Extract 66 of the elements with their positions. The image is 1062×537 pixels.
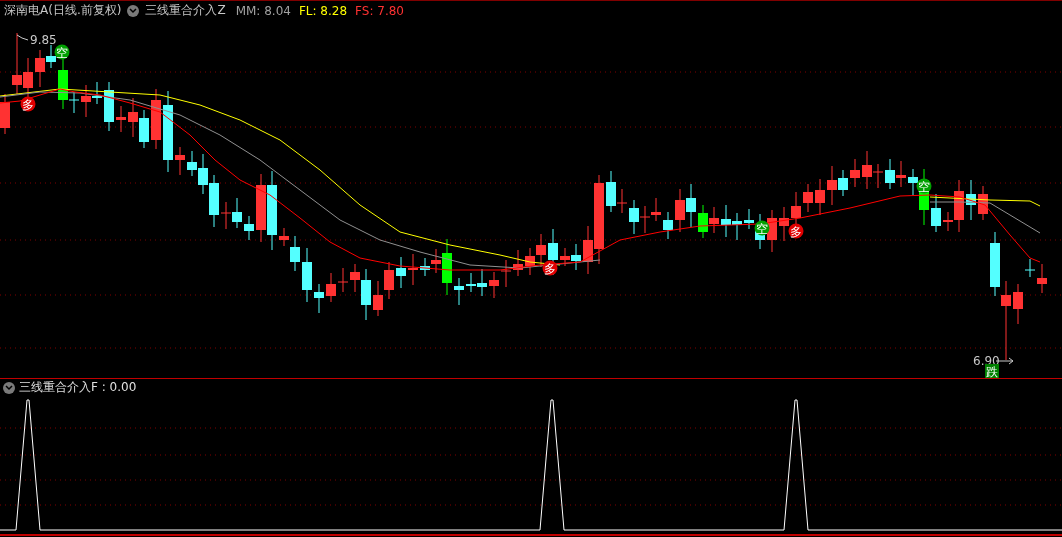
candlestick	[116, 105, 126, 133]
candlestick	[629, 199, 639, 235]
candlestick	[721, 204, 731, 238]
candlestick	[151, 88, 161, 150]
candlestick	[489, 271, 499, 299]
candlestick	[560, 247, 570, 267]
candlestick	[896, 160, 906, 188]
candlestick	[128, 97, 138, 138]
legend-value: MM: 8.04	[235, 3, 291, 18]
candlestick	[525, 247, 535, 276]
candlestick	[803, 183, 813, 213]
candlestick	[454, 277, 464, 306]
candlestick	[420, 257, 430, 277]
candlestick	[571, 243, 581, 271]
dropdown-icon[interactable]	[127, 4, 140, 17]
signal-badge: 空	[54, 44, 70, 60]
candlestick	[536, 233, 546, 268]
candlestick	[698, 204, 708, 239]
candlestick	[92, 81, 102, 105]
candlestick	[256, 173, 266, 243]
candlestick	[314, 283, 324, 314]
candlestick	[850, 158, 860, 188]
candlestick	[373, 280, 383, 317]
candlestick	[732, 212, 742, 241]
candlestick	[326, 272, 336, 303]
candlestick	[337, 267, 349, 293]
candlestick	[408, 253, 418, 286]
candlestick	[815, 178, 825, 216]
candlestick	[104, 81, 114, 132]
candlestick	[978, 185, 988, 221]
indicator-name: 三线重合介入Z	[145, 2, 226, 19]
candlestick	[396, 256, 406, 289]
candlestick	[244, 215, 254, 241]
candlestick	[639, 205, 651, 234]
signal-badge: 空	[754, 220, 770, 236]
candlestick	[675, 188, 685, 233]
candlestick	[500, 259, 512, 288]
signal-badge: 多	[788, 223, 804, 239]
candlestick	[791, 191, 801, 225]
signal-badge: 空	[916, 178, 932, 194]
candlestick	[686, 183, 696, 228]
candlestick	[477, 268, 487, 297]
candlestick	[651, 197, 661, 222]
indicator-value: 三线重合介入F : 0.00	[19, 379, 137, 396]
legend-value: FS: 7.80	[355, 3, 404, 18]
candlestick	[990, 231, 1000, 297]
candlestick	[139, 109, 149, 149]
legend-value: FL: 8.28	[298, 3, 348, 18]
stock-title: 深南电A(日线.前复权)	[4, 2, 122, 19]
signal-badge: 多	[20, 96, 36, 112]
dropdown-icon[interactable]	[3, 381, 15, 394]
candlestick	[767, 209, 777, 253]
candlestick	[0, 93, 10, 135]
candlestick	[663, 211, 673, 240]
candlestick	[709, 206, 719, 234]
candlestick	[466, 272, 476, 293]
candlestick	[302, 247, 312, 303]
candlestick	[384, 261, 394, 300]
candlestick	[513, 249, 523, 277]
signal-badge: 多	[542, 260, 558, 276]
candlestick	[885, 158, 895, 190]
candlestick	[931, 193, 941, 233]
candlestick	[175, 146, 185, 176]
candlestick	[1013, 283, 1023, 325]
candlestick	[232, 197, 242, 229]
candlestick	[779, 206, 789, 242]
